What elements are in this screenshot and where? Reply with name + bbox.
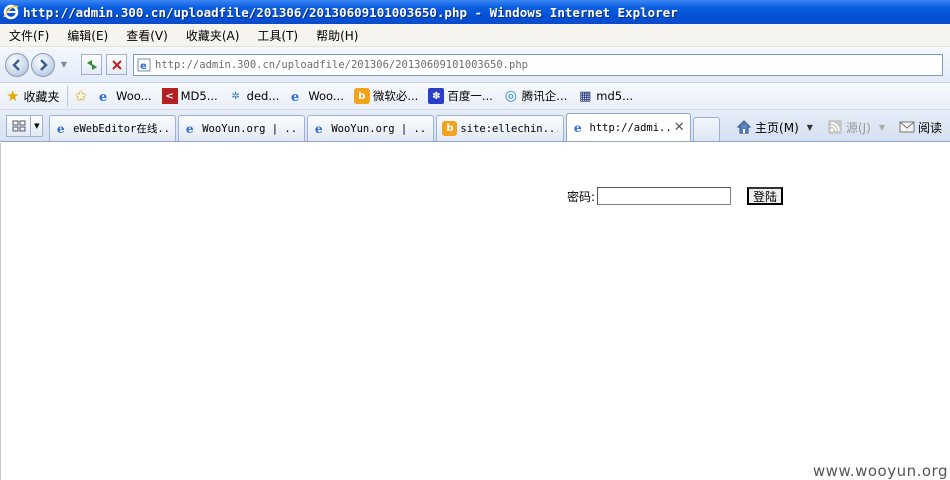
home-icon <box>736 120 752 134</box>
favorite-label: Woo... <box>308 89 344 103</box>
tab-label: http://admi... <box>589 121 674 134</box>
new-tab-button[interactable] <box>692 117 721 141</box>
feeds-button[interactable]: 源(J) <box>827 119 871 136</box>
address-toolbar: ▼ e http://admin.300.cn/uploadfile/20130… <box>0 47 950 83</box>
menu-bar: 文件(F) 编辑(E) 查看(V) 收藏夹(A) 工具(T) 帮助(H) <box>0 24 950 47</box>
arrow-right-icon <box>40 58 48 71</box>
favorite-label: 微软必... <box>372 89 419 103</box>
tab-label: WooYun.org | ... <box>331 122 429 135</box>
stop-icon <box>111 59 122 70</box>
svg-text:e: e <box>573 121 581 135</box>
favorite-label: 腾讯企... <box>521 89 568 103</box>
favorite-item[interactable]: b 微软必... <box>353 88 419 104</box>
feeds-label: 源(J) <box>845 120 871 135</box>
window-title-bar[interactable]: http://admin.300.cn/uploadfile/201306/20… <box>0 0 950 24</box>
tab-ewebeditor[interactable]: e eWebEditor在线... <box>49 115 177 141</box>
login-form: 密码: 登陆 <box>567 187 784 205</box>
md5-site-icon: < <box>161 88 178 104</box>
grid-icon <box>12 120 26 132</box>
forward-button[interactable] <box>31 52 55 77</box>
ie-logo-icon <box>3 4 19 20</box>
feeds-dropdown-icon[interactable]: ▼ <box>879 123 885 132</box>
ie-page-icon: e <box>573 121 581 135</box>
favorite-label: MD5... <box>180 89 218 103</box>
favorites-label: 收藏夹 <box>23 89 60 104</box>
tab-active-admin[interactable]: e http://admi... ✕ <box>565 113 691 141</box>
favorite-label: ded... <box>246 89 280 103</box>
svg-text:e: e <box>140 61 147 72</box>
menu-file[interactable]: 文件(F) <box>0 27 58 44</box>
favorite-item[interactable]: ✲ ded... <box>228 88 280 104</box>
favorite-item[interactable]: < MD5... <box>161 88 218 104</box>
menu-favorites[interactable]: 收藏夹(A) <box>177 27 249 44</box>
password-input[interactable] <box>597 187 732 205</box>
page-content: 密码: 登陆 www.wooyun.org <box>0 143 950 480</box>
tab-wooyun-1[interactable]: e WooYun.org | ... <box>178 115 306 141</box>
svg-text:e: e <box>99 90 107 104</box>
ie-page-icon: e <box>291 90 299 104</box>
home-button[interactable]: 主页(M) <box>736 119 799 136</box>
favorite-label: 百度一... <box>447 89 493 103</box>
tab-label: WooYun.org | ... <box>202 122 300 135</box>
password-label: 密码: <box>567 189 596 204</box>
tab-site-search[interactable]: b site:ellechin... <box>436 115 564 141</box>
favorite-label: md5... <box>596 89 634 103</box>
svg-text:e: e <box>186 122 194 136</box>
command-bar: 主页(M) ▼ 源(J) ▼ 阅读 <box>736 113 950 141</box>
menu-edit[interactable]: 编辑(E) <box>58 27 117 44</box>
url-text: http://admin.300.cn/uploadfile/201306/20… <box>155 58 528 71</box>
watermark-text: www.wooyun.org <box>812 462 948 480</box>
tab-label: eWebEditor在线... <box>73 123 171 135</box>
stop-button[interactable] <box>106 54 127 75</box>
history-dropdown-icon[interactable]: ▼ <box>59 60 69 69</box>
svg-text:e: e <box>291 90 299 104</box>
svg-text:e: e <box>57 122 65 136</box>
menu-tools[interactable]: 工具(T) <box>248 27 307 44</box>
svg-text:e: e <box>315 122 323 136</box>
refresh-button[interactable] <box>81 54 102 75</box>
address-field[interactable]: e http://admin.300.cn/uploadfile/201306/… <box>133 53 943 76</box>
favorite-item[interactable]: e Woo... <box>97 88 152 104</box>
ie-page-icon: e <box>137 58 151 72</box>
read-mail-label: 阅读 <box>917 120 942 135</box>
ie-page-icon: e <box>99 90 107 104</box>
star-icon: ★ <box>6 87 20 105</box>
login-button[interactable]: 登陆 <box>747 187 784 205</box>
close-tab-icon[interactable]: ✕ <box>674 120 685 135</box>
window-title: http://admin.300.cn/uploadfile/201306/20… <box>23 4 678 20</box>
back-button[interactable] <box>5 52 29 77</box>
tab-list-dropdown[interactable]: ▼ <box>31 115 44 137</box>
home-label: 主页(M) <box>755 120 799 135</box>
favorite-label: Woo... <box>116 89 152 103</box>
rss-feed-icon <box>827 120 842 134</box>
home-dropdown-icon[interactable]: ▼ <box>807 123 813 132</box>
tab-label: site:ellechin... <box>460 122 558 135</box>
favorites-button[interactable]: ★ 收藏夹 <box>6 86 69 106</box>
ie-page-icon: e <box>315 122 323 136</box>
quick-tabs-button[interactable] <box>6 115 32 137</box>
mail-icon <box>899 121 915 133</box>
tab-wooyun-2[interactable]: e WooYun.org | ... <box>307 115 435 141</box>
favorite-item[interactable]: ◎ 腾讯企... <box>503 88 568 104</box>
menu-help[interactable]: 帮助(H) <box>307 27 367 44</box>
bing-icon: b <box>442 121 458 136</box>
favorites-bar: ★ 收藏夹 ✩ e Woo... < MD5... ✲ ded... e Woo… <box>0 83 950 110</box>
refresh-icon <box>86 59 97 70</box>
dedecms-icon: ✲ <box>231 90 240 102</box>
grid-site-icon: ▦ <box>579 88 592 104</box>
favorite-item[interactable]: e Woo... <box>289 88 344 104</box>
ie-page-icon: e <box>57 122 65 136</box>
tencent-icon: ◎ <box>504 88 517 104</box>
arrow-left-icon <box>12 58 20 71</box>
tab-bar: ▼ e eWebEditor在线... e WooYun.org | ... e… <box>0 110 950 142</box>
favorite-item[interactable]: ✽ 百度一... <box>428 88 493 104</box>
add-favorite-icon[interactable]: ✩ <box>74 87 87 105</box>
favorite-item[interactable]: ▦ md5... <box>577 88 633 104</box>
read-mail-button[interactable]: 阅读 <box>899 119 942 136</box>
baidu-paw-icon: ✽ <box>428 88 445 104</box>
menu-view[interactable]: 查看(V) <box>117 27 177 44</box>
ie-page-icon: e <box>186 122 194 136</box>
bing-icon: b <box>353 88 370 104</box>
chevron-down-icon: ▼ <box>34 122 40 130</box>
